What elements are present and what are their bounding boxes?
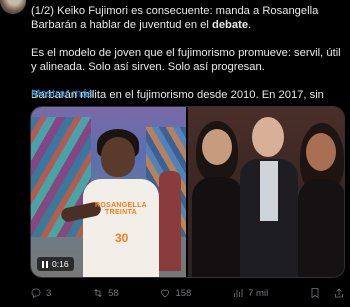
show-more-link[interactable]: Mostrar más (31, 88, 93, 100)
views-button[interactable]: 7 mil (232, 287, 268, 299)
views-chart-icon (234, 289, 243, 297)
video-controls[interactable]: 0:16 (37, 257, 74, 271)
tweet-actions: 3 58 158 7 mil (30, 287, 345, 299)
pause-icon[interactable] (42, 260, 48, 268)
share-button[interactable] (333, 287, 345, 299)
repost-button[interactable]: 58 (92, 287, 119, 299)
video-time: 0:16 (52, 259, 69, 269)
views-count: 7 mil (248, 287, 269, 299)
shirt-number: 30 (115, 231, 129, 245)
media-grid: ROSANGELLA TREINTA 30 0:16 (30, 106, 345, 278)
like-button[interactable]: 158 (159, 287, 191, 299)
bookmark-button[interactable] (309, 287, 321, 299)
tweet-paragraph-1: (1/2) Keiko Fujimori es consecuente: man… (31, 5, 319, 31)
reply-count: 3 (46, 287, 52, 299)
reply-icon (31, 288, 41, 299)
video-thumbnail[interactable]: ROSANGELLA TREINTA 30 0:16 (31, 107, 186, 277)
shirt-lettering: ROSANGELLA TREINTA (95, 202, 147, 216)
like-count: 158 (175, 287, 192, 299)
share-icon (335, 288, 343, 298)
tweet-paragraph-2: Es el modelo de joven que el fujimorismo… (31, 47, 341, 73)
reply-button[interactable]: 3 (30, 287, 51, 299)
repost-icon (94, 288, 102, 298)
bold-debate: debate (212, 19, 249, 31)
bookmark-icon (311, 288, 319, 299)
author-avatar[interactable] (0, 0, 26, 14)
heart-icon (161, 289, 170, 298)
photo-thumbnail[interactable] (188, 107, 344, 277)
repost-count: 58 (108, 287, 119, 299)
